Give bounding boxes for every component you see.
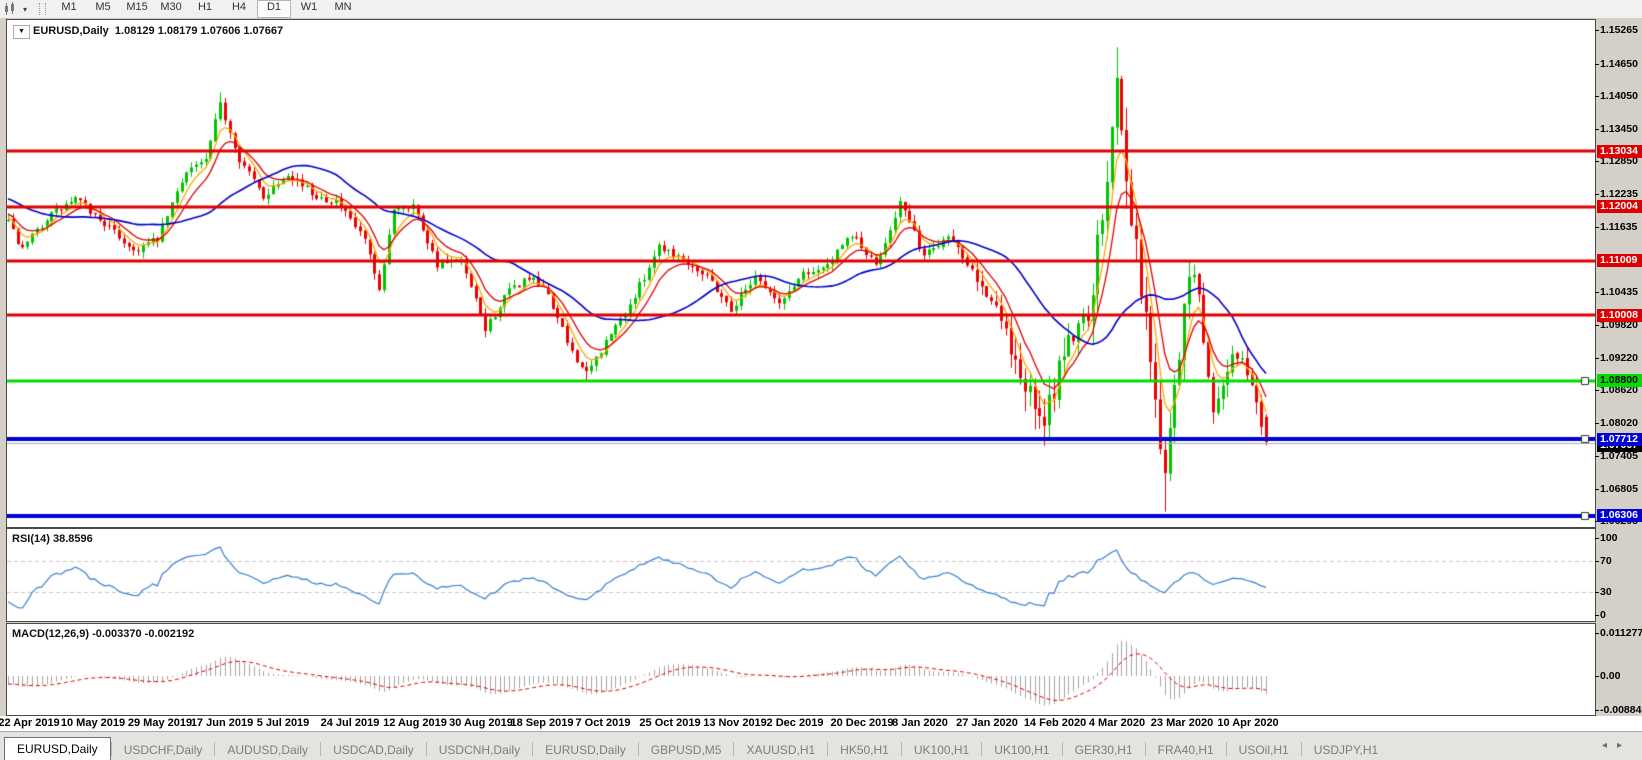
price-tick-label: 1.08020 — [1600, 417, 1638, 429]
date-tick-label: 22 Apr 2019 — [0, 717, 60, 729]
date-tick-label: 13 Nov 2019 — [703, 717, 767, 729]
timeframe-button-h1[interactable]: H1 — [189, 0, 221, 16]
date-tick-label: 12 Aug 2019 — [383, 717, 447, 729]
price-tick-label: 1.11635 — [1600, 221, 1637, 233]
timeframe-button-m5[interactable]: M5 — [87, 0, 119, 16]
price-chart-panel[interactable]: ▼ EURUSD,Daily 1.08129 1.08179 1.07606 1… — [6, 19, 1596, 528]
chart-tab-ger30-h1[interactable]: GER30,H1 — [1063, 739, 1145, 760]
chart-tab-usdchf-daily[interactable]: USDCHF,Daily — [112, 739, 215, 760]
chart-tab-xauusd-h1[interactable]: XAUUSD,H1 — [734, 739, 827, 760]
date-tick-label: 4 Mar 2020 — [1089, 717, 1145, 729]
price-tick-label: 1.06805 — [1600, 483, 1638, 495]
rsi-label: RSI(14) 38.8596 — [12, 533, 93, 545]
date-tick-label: 24 Jul 2019 — [321, 717, 380, 729]
timeframe-button-m1[interactable]: M1 — [53, 0, 85, 16]
date-axis: 22 Apr 201910 May 201929 May 201917 Jun … — [0, 716, 1642, 731]
price-tick-label: -0.008845 — [1600, 704, 1642, 716]
rsi-canvas[interactable] — [7, 529, 1595, 621]
timeframe-button-w1[interactable]: W1 — [293, 0, 325, 16]
chart-tab-eurusd-daily[interactable]: EURUSD,Daily — [4, 737, 111, 760]
price-axis: 1.152651.146501.140501.134501.128501.122… — [1596, 19, 1642, 719]
price-tick-label: 1.14050 — [1600, 90, 1638, 102]
date-tick-label: 25 Oct 2019 — [639, 717, 700, 729]
price-level-badge: 1.13034 — [1597, 145, 1642, 158]
price-level-badge: 1.06306 — [1597, 509, 1642, 522]
date-tick-label: 5 Jul 2019 — [257, 717, 310, 729]
date-tick-label: 7 Oct 2019 — [575, 717, 630, 729]
chart-tab-audusd-daily[interactable]: AUDUSD,Daily — [215, 739, 320, 760]
chart-tab-usoil-h1[interactable]: USOil,H1 — [1227, 739, 1301, 760]
macd-label: MACD(12,26,9) -0.003370 -0.002192 — [12, 628, 194, 640]
date-tick-label: 10 Apr 2020 — [1217, 717, 1278, 729]
chart-tab-usdcad-daily[interactable]: USDCAD,Daily — [321, 739, 426, 760]
candlestick-chart-icon[interactable] — [2, 2, 22, 16]
macd-indicator-panel[interactable]: MACD(12,26,9) -0.003370 -0.002192 — [6, 623, 1596, 716]
price-tick-label: 30 — [1600, 586, 1612, 598]
price-level-badge: 1.12004 — [1597, 200, 1642, 213]
price-tick-label: 1.13450 — [1600, 123, 1638, 135]
price-tick-label: 1.14650 — [1600, 58, 1638, 70]
date-tick-label: 14 Feb 2020 — [1024, 717, 1086, 729]
rsi-indicator-panel[interactable]: RSI(14) 38.8596 — [6, 528, 1596, 622]
candlestick-chart-canvas[interactable] — [7, 20, 1595, 527]
price-tick-label: 100 — [1600, 532, 1618, 544]
price-tick-label: 70 — [1600, 555, 1612, 567]
timeframe-button-d1[interactable]: D1 — [257, 0, 291, 18]
price-tick-label: 1.10435 — [1600, 286, 1638, 298]
chart-tab-usdjpy-h1[interactable]: USDJPY,H1 — [1302, 739, 1390, 760]
date-tick-label: 29 May 2019 — [128, 717, 192, 729]
price-tick-label: 0 — [1600, 609, 1606, 621]
chart-tab-fra40-h1[interactable]: FRA40,H1 — [1146, 739, 1226, 760]
date-tick-label: 20 Dec 2019 — [831, 717, 894, 729]
price-tick-label: 1.09220 — [1600, 352, 1638, 364]
date-tick-label: 8 Jan 2020 — [892, 717, 948, 729]
timeframe-button-mn[interactable]: MN — [327, 0, 359, 16]
tab-scroll-arrows[interactable]: ◂▸ — [1602, 740, 1632, 751]
price-tick-label: 1.12235 — [1600, 188, 1638, 200]
mt4-application: { "toolbar": { "chart_icon": "candlestic… — [0, 0, 1642, 760]
timeframe-buttons: M1M5M15M30H1H4D1W1MN — [52, 0, 360, 18]
date-tick-label: 27 Jan 2020 — [956, 717, 1018, 729]
chart-tab-gbpusd-m5[interactable]: GBPUSD,M5 — [639, 739, 734, 760]
price-tick-label: 0.00 — [1600, 670, 1620, 682]
toolbar-grip-handle[interactable] — [39, 3, 46, 15]
chevron-down-icon[interactable]: ▾ — [23, 5, 27, 14]
chart-tab-eurusd-daily[interactable]: EURUSD,Daily — [533, 739, 638, 760]
price-level-badge: 1.10008 — [1597, 309, 1642, 322]
chart-tab-uk100-h1[interactable]: UK100,H1 — [982, 739, 1061, 760]
price-tick-label: 0.011277 — [1600, 627, 1642, 639]
timeframe-button-m15[interactable]: M15 — [121, 0, 153, 16]
chart-tab-hk50-h1[interactable]: HK50,H1 — [828, 739, 901, 760]
chart-title-ohlc: EURUSD,Daily 1.08129 1.08179 1.07606 1.0… — [33, 25, 283, 37]
timeframe-button-h4[interactable]: H4 — [223, 0, 255, 16]
timeframe-button-m30[interactable]: M30 — [155, 0, 187, 16]
chart-tab-uk100-h1[interactable]: UK100,H1 — [902, 739, 981, 760]
date-tick-label: 18 Sep 2019 — [511, 717, 574, 729]
date-tick-label: 10 May 2019 — [61, 717, 125, 729]
date-tick-label: 23 Mar 2020 — [1151, 717, 1213, 729]
date-tick-label: 30 Aug 2019 — [449, 717, 513, 729]
chart-tab-usdcnh-daily[interactable]: USDCNH,Daily — [427, 739, 532, 760]
price-level-badge: 1.07712 — [1597, 433, 1642, 446]
price-tick-label: 1.15265 — [1600, 24, 1638, 36]
date-tick-label: 2 Dec 2019 — [767, 717, 824, 729]
date-tick-label: 17 Jun 2019 — [191, 717, 253, 729]
symbol-dropdown-button[interactable]: ▼ — [13, 25, 30, 39]
timeframe-toolbar: ▾ M1M5M15M30H1H4D1W1MN — [0, 0, 1642, 19]
price-level-badge: 1.08800 — [1597, 374, 1642, 387]
price-level-badge: 1.11009 — [1597, 254, 1642, 267]
macd-canvas[interactable] — [7, 624, 1595, 715]
chart-tab-bar: EURUSD,DailyUSDCHF,DailyAUDUSD,DailyUSDC… — [0, 731, 1642, 760]
